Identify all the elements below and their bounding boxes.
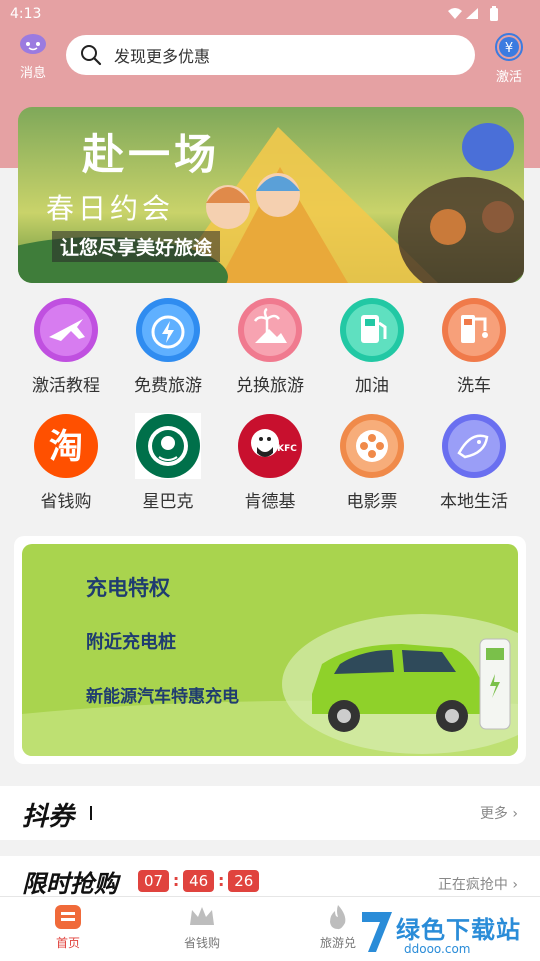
ev-card-title: 充电特权 <box>86 576 170 600</box>
grid-item-label: 星巴克 <box>142 492 194 512</box>
countdown-colon: : <box>172 871 180 890</box>
flash-sale-status: 正在疯抢中 <box>437 877 508 893</box>
grid-item-label: 激活教程 <box>32 376 100 396</box>
palm-tree-icon <box>238 298 302 362</box>
promo-banner[interactable]: 赴一场 春日约会 让您尽享美好旅途 <box>18 107 524 283</box>
chevron-right-icon: › <box>512 806 518 822</box>
tab-save-shopping[interactable]: 省钱购 <box>142 903 262 951</box>
douquan-section: 抖券 更多 › <box>0 786 540 840</box>
grid-item-refuel[interactable]: 加油 <box>323 297 421 396</box>
status-time: 4:13 <box>10 6 42 22</box>
grid-item-car-wash[interactable]: 洗车 <box>425 297 523 396</box>
grid-item-local-life[interactable]: 本地生活 <box>425 413 523 512</box>
countdown-minutes: 46 <box>183 870 215 892</box>
grid-item-label: 本地生活 <box>440 492 508 512</box>
crown-icon <box>190 907 214 925</box>
countdown-hours: 07 <box>138 870 170 892</box>
ev-charging-card[interactable]: 充电特权 附近充电桩 新能源汽车特惠充电 <box>14 536 526 764</box>
watermark-brand: 绿色下载站 <box>396 916 521 944</box>
douquan-more-link[interactable]: 更多 › <box>480 803 518 823</box>
lightning-clock-icon <box>136 298 200 362</box>
gas-pump-icon <box>340 298 404 362</box>
flame-icon <box>330 905 346 930</box>
grid-item-activation-tutorial[interactable]: 激活教程 <box>17 297 115 396</box>
home-icon <box>55 905 81 929</box>
search-placeholder: 发现更多优惠 <box>114 47 211 66</box>
yuan-coin-icon: ¥ <box>495 33 523 61</box>
grid-item-label: 肯德基 <box>244 492 296 512</box>
grid-item-label: 加油 <box>355 376 389 396</box>
activate-button[interactable]: ¥ 激活 <box>486 32 532 85</box>
starbucks-logo-icon <box>135 413 201 479</box>
activate-label: 激活 <box>495 70 522 85</box>
fish-icon <box>442 414 506 478</box>
wifi-signal-battery-icon <box>448 6 498 21</box>
chevron-right-icon: › <box>512 877 518 893</box>
watermark-site: ddooo.com <box>404 942 471 956</box>
plane-icon <box>34 298 98 362</box>
svg-text:淘: 淘 <box>49 427 83 467</box>
grid-item-kfc[interactable]: KFC 肯德基 <box>221 413 319 512</box>
svg-text:¥: ¥ <box>505 41 513 56</box>
tab-label: 首页 <box>55 936 80 950</box>
banner-title: 赴一场 <box>82 130 221 179</box>
tab-label: 省钱购 <box>183 936 220 950</box>
kfc-logo-text: KFC <box>277 444 297 454</box>
grid-item-label: 电影票 <box>346 492 398 512</box>
grid-item-movie-tickets[interactable]: 电影票 <box>323 413 421 512</box>
grid-item-label: 省钱购 <box>40 492 92 512</box>
flash-sale-title: 限时抢购 <box>22 870 118 898</box>
status-icons <box>446 6 506 26</box>
banner-subtitle: 春日约会 <box>46 192 175 225</box>
watermark-logo-icon <box>362 912 392 952</box>
grid-item-redeem-travel[interactable]: 兑换旅游 <box>221 297 319 396</box>
countdown-colon: : <box>217 871 225 890</box>
car-wash-icon <box>442 298 506 362</box>
flash-sale-status-link[interactable]: 正在疯抢中 › <box>438 874 518 894</box>
watermark: 绿色下载站 ddooo.com <box>356 904 536 960</box>
taobao-icon: 淘 <box>34 414 98 478</box>
search-icon <box>81 45 102 66</box>
grid-item-label: 兑换旅游 <box>236 376 304 396</box>
message-bubble-icon <box>20 34 46 54</box>
search-bar[interactable]: 发现更多优惠 <box>66 35 475 75</box>
more-label: 更多 <box>479 806 508 822</box>
grid-item-free-travel[interactable]: 免费旅游 <box>119 297 217 396</box>
ev-card-line1: 附近充电桩 <box>86 632 176 653</box>
douquan-divider <box>90 806 92 820</box>
tab-home[interactable]: 首页 <box>8 903 128 951</box>
ev-charging-banner: 充电特权 附近充电桩 新能源汽车特惠充电 <box>22 544 518 756</box>
banner-tagline: 让您尽享美好旅途 <box>52 231 221 262</box>
status-bar: 4:13 <box>0 0 540 30</box>
grid-item-label: 洗车 <box>457 376 491 396</box>
film-reel-icon <box>340 414 404 478</box>
grid-item-save-shopping[interactable]: 淘 省钱购 <box>17 413 115 512</box>
grid-item-label: 免费旅游 <box>134 376 202 396</box>
douquan-title: 抖券 <box>22 802 75 832</box>
grid-item-starbucks[interactable]: 星巴克 <box>119 413 217 512</box>
countdown-timer: 07:46:26 <box>138 870 260 892</box>
ev-card-line2: 新能源汽车特惠充电 <box>86 687 239 707</box>
flash-sale-section: 限时抢购 07:46:26 正在疯抢中 › <box>0 856 540 898</box>
kfc-logo-icon: KFC <box>238 414 302 478</box>
messages-label: 消息 <box>19 66 46 81</box>
messages-button[interactable]: 消息 <box>10 32 56 81</box>
countdown-seconds: 26 <box>228 870 260 892</box>
